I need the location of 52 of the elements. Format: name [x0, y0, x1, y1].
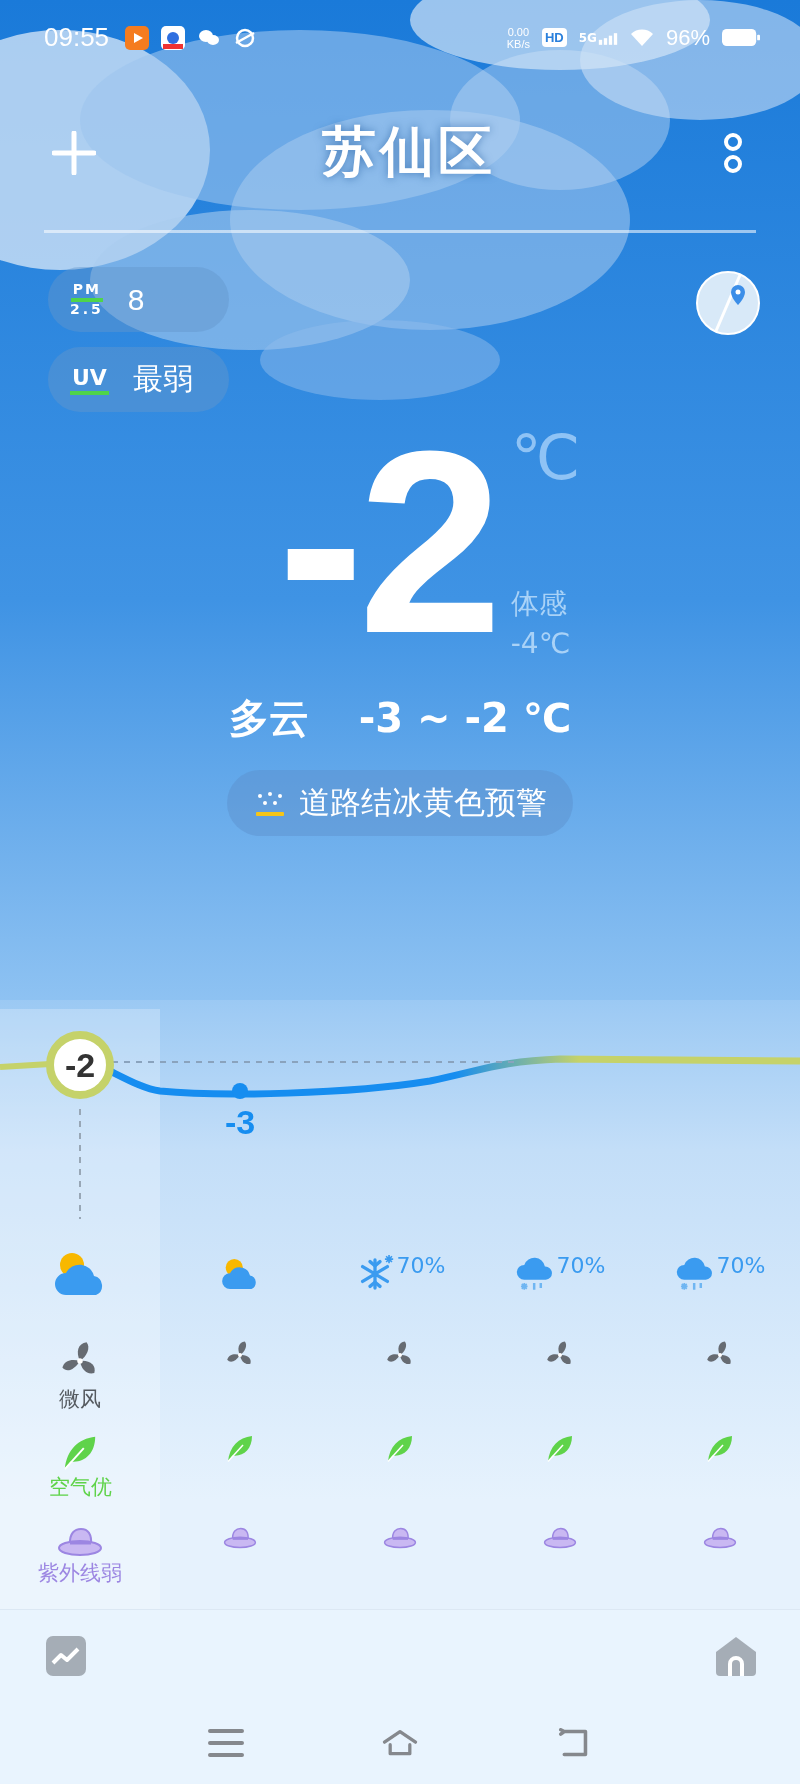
hat-icon: [223, 1527, 257, 1549]
air-quality-label: 空气优: [48, 1474, 112, 1501]
pm25-chip[interactable]: PM 2.5 8: [48, 267, 229, 332]
uv-label: UV: [70, 364, 109, 395]
warning-chip[interactable]: 道路结冰黄色预警: [227, 770, 573, 836]
leaf-icon: [385, 1433, 415, 1463]
clock-time: 09:55: [44, 22, 110, 53]
hat-icon: [703, 1527, 737, 1549]
precipitation-chance: 70%: [716, 1253, 766, 1278]
hd-badge: HD: [541, 28, 567, 47]
menu-icon[interactable]: [208, 1728, 244, 1758]
weather-condition: 多云: [228, 693, 309, 743]
wifi-icon: [629, 28, 654, 47]
sleet-cloud-icon: [674, 1255, 715, 1293]
pm25-value: 8: [127, 282, 145, 317]
video-app-icon: [125, 25, 150, 50]
map-pin-icon[interactable]: [696, 271, 760, 335]
sleet-cloud-icon: [514, 1255, 555, 1293]
precipitation-chance: 70%: [556, 1253, 606, 1278]
temperature-range: -3 ~ -2 ℃: [358, 695, 572, 741]
pm-label: PM: [70, 282, 103, 302]
feels-like-value: -4℃: [510, 626, 572, 662]
precipitation-chance: 70%: [396, 1253, 446, 1278]
add-icon[interactable]: [52, 130, 96, 175]
city-title: 苏仙区: [322, 119, 496, 185]
uv-chip[interactable]: UV 最弱: [48, 347, 229, 412]
current-temp-value: -2: [64, 1046, 96, 1084]
pm-label-sub: 2.5: [70, 302, 104, 317]
leaf-icon: [545, 1433, 575, 1463]
hat-icon: [383, 1527, 417, 1549]
current-temp-marker: [46, 1031, 114, 1099]
more-icon[interactable]: [722, 130, 744, 175]
leaf-icon: [225, 1433, 255, 1463]
uv-level-label: 紫外线弱: [38, 1560, 122, 1587]
temp-point: [232, 1083, 248, 1099]
network-type: 5G: [578, 30, 597, 45]
current-temperature: -2: [277, 424, 497, 666]
hat-icon: [543, 1527, 577, 1549]
trend-chart-icon[interactable]: [46, 1636, 86, 1676]
temperature-unit: ℃: [510, 426, 581, 490]
leaf-icon: [705, 1433, 735, 1463]
home-nav-icon[interactable]: [382, 1728, 418, 1758]
wind-label: 微风: [59, 1386, 101, 1413]
temp-value: -3: [224, 1103, 256, 1141]
net-speed-unit: KB/s: [506, 37, 530, 50]
signal-icon: [597, 32, 618, 45]
hat-icon: [57, 1527, 103, 1557]
net-speed: 0.00: [507, 25, 530, 38]
home-icon[interactable]: [716, 1636, 756, 1676]
battery-percent: 96%: [665, 24, 710, 51]
feels-like-label: 体感: [510, 586, 568, 622]
uv-value: 最弱: [132, 361, 193, 397]
